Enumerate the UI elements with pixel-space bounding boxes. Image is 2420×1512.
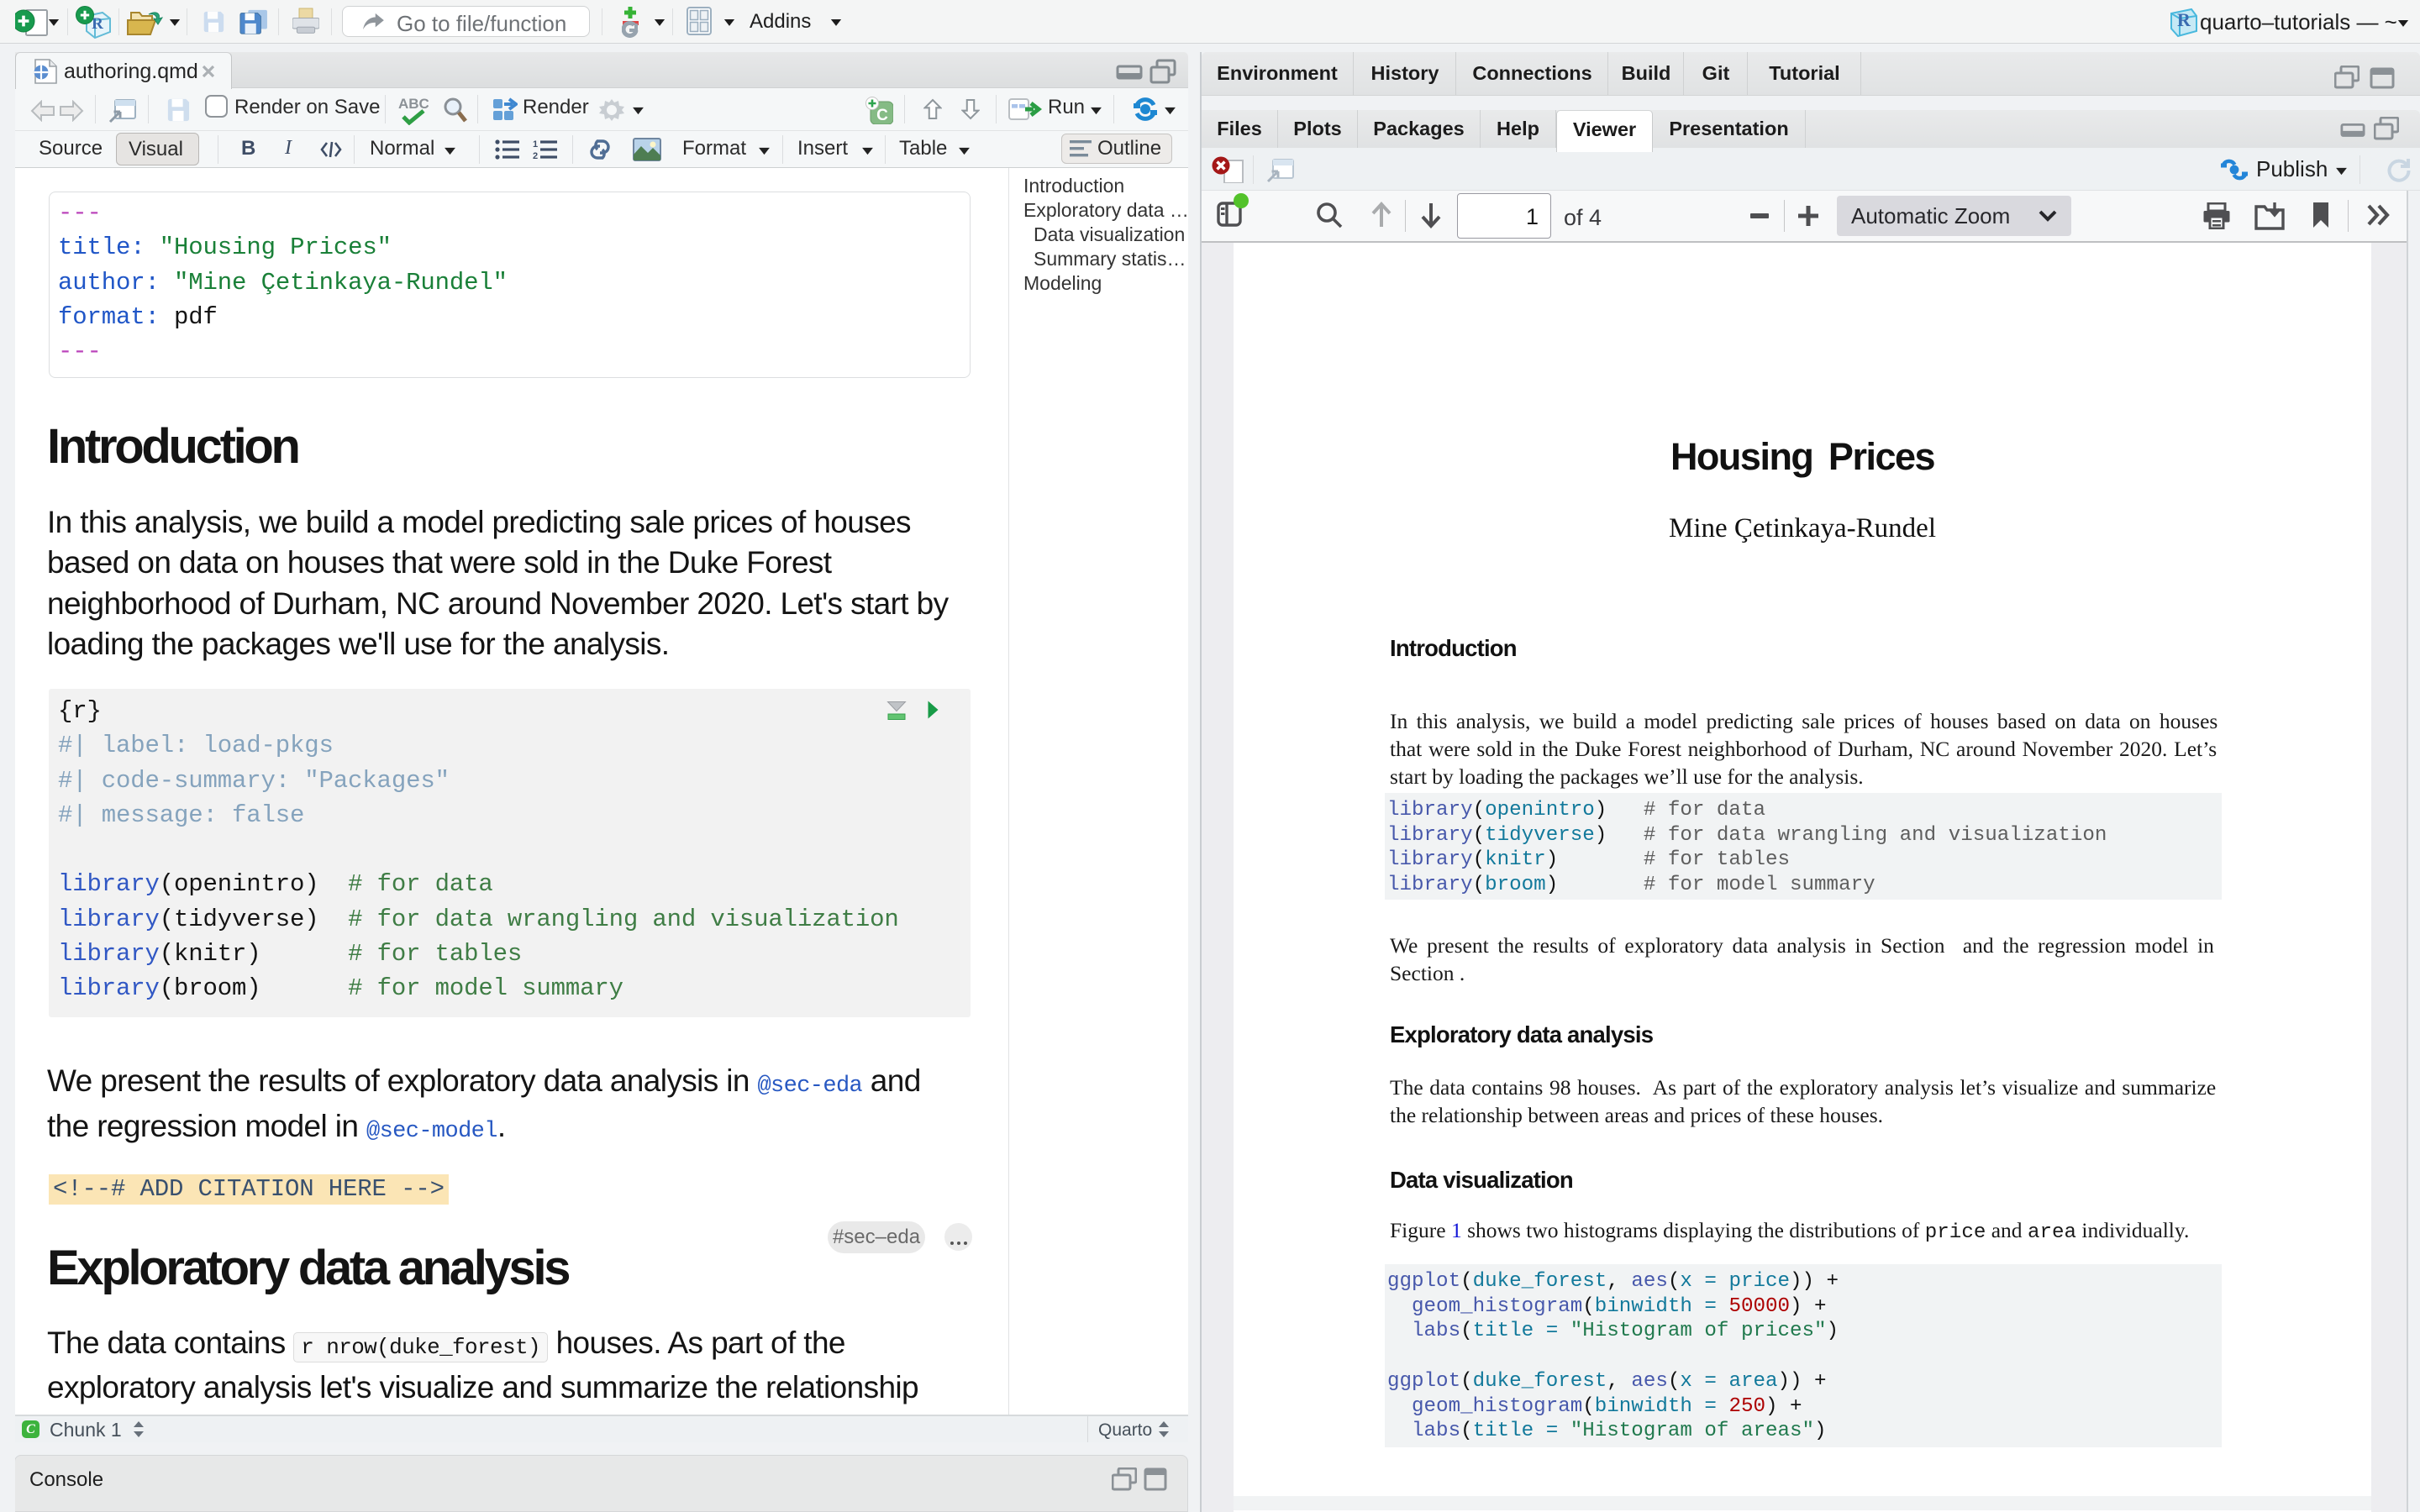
svg-text:R: R (2177, 9, 2191, 30)
svg-text:ABC: ABC (398, 96, 429, 112)
svg-text:C: C (876, 107, 888, 124)
svg-text:2: 2 (533, 151, 538, 160)
svg-text:1: 1 (533, 139, 538, 150)
